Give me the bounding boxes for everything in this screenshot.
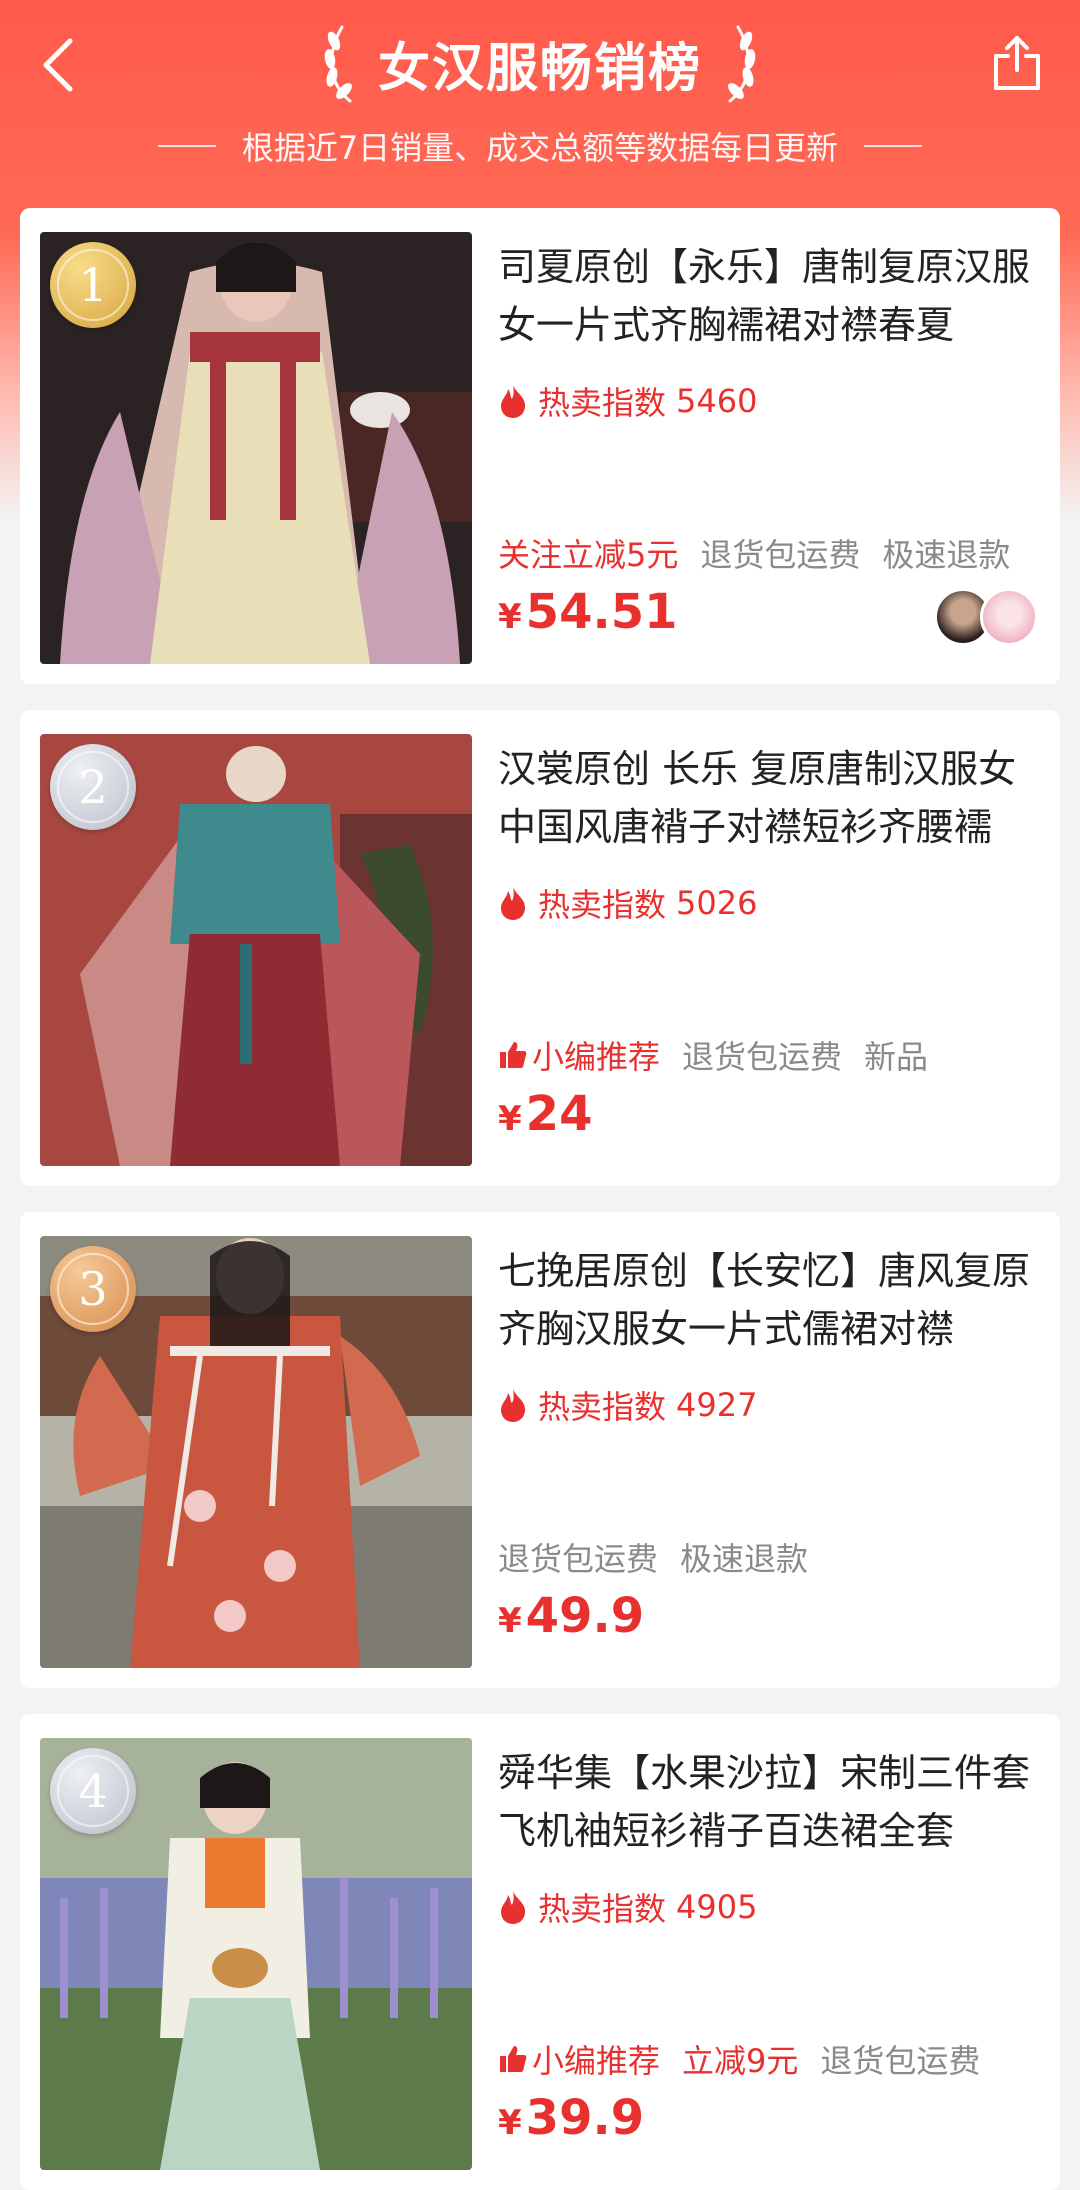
top-bar: 女汉服畅销榜 根据近7日销量、成交总额等数据每日更新 — [0, 0, 1080, 200]
rank-badge: 1 — [50, 242, 136, 328]
service-tag: 退货包运费 — [700, 536, 861, 574]
product-card[interactable]: 3 七挽居原创【长安忆】唐风复原齐胸汉服女一片式儒裙对襟 热卖指数 4927 退… — [20, 1212, 1060, 1688]
price-value: 24 — [525, 1086, 593, 1142]
product-image[interactable]: 2 — [40, 734, 472, 1166]
price-symbol: ¥ — [498, 1601, 522, 1641]
hot-index: 热卖指数 5460 — [498, 376, 757, 426]
flame-icon — [501, 1389, 526, 1422]
hot-label: 热卖指数 — [538, 886, 667, 924]
price: ¥ 39.9 — [498, 2090, 644, 2162]
price: ¥ 54.51 — [498, 584, 678, 656]
hot-label: 热卖指数 — [538, 1890, 667, 1928]
avatar — [980, 588, 1038, 646]
hot-value: 5460 — [676, 382, 758, 420]
editor-pick-tag: 小编推荐 — [498, 2036, 660, 2082]
price-value: 54.51 — [525, 584, 678, 640]
product-title[interactable]: 七挽居原创【长安忆】唐风复原齐胸汉服女一片式儒裙对襟 — [498, 1242, 1038, 1358]
hot-value: 4927 — [676, 1386, 758, 1424]
promo-tag: 立减9元 — [682, 2042, 799, 2080]
tag-row: 小编推荐 退货包运费 新品 — [498, 1028, 928, 1082]
product-title[interactable]: 汉裳原创 长乐 复原唐制汉服女中国风唐褙子对襟短衫齐腰襦 — [498, 740, 1038, 856]
tag-row: 小编推荐 立减9元 退货包运费 — [498, 2032, 980, 2086]
price: ¥ 24 — [498, 1086, 592, 1158]
promo-tag: 关注立减5元 — [498, 536, 679, 574]
flame-icon — [501, 887, 526, 920]
thumbs-up-icon — [500, 1042, 527, 1068]
service-tag: 退货包运费 — [498, 1540, 659, 1578]
tag-row: 退货包运费 极速退款 — [498, 1530, 808, 1584]
title-area: 女汉服畅销榜 — [0, 18, 1080, 108]
flame-icon — [501, 1891, 526, 1924]
product-image[interactable]: 4 — [40, 1738, 472, 2170]
hot-index: 热卖指数 5026 — [498, 878, 757, 928]
product-card[interactable]: 1 司夏原创【永乐】唐制复原汉服女一片式齐胸襦裙对襟春夏 热卖指数 5460 关… — [20, 208, 1060, 684]
flame-icon — [501, 385, 526, 418]
price-symbol: ¥ — [498, 597, 522, 637]
divider — [157, 145, 216, 147]
service-tag: 新品 — [864, 1038, 929, 1076]
laurel-right-icon — [728, 25, 756, 103]
subtitle-area: 根据近7日销量、成交总额等数据每日更新 — [0, 118, 1080, 174]
product-image[interactable]: 3 — [40, 1236, 472, 1668]
editor-pick-label: 小编推荐 — [532, 1038, 661, 1076]
price-value: 49.9 — [525, 1588, 645, 1644]
rank-badge: 4 — [50, 1748, 136, 1834]
editor-pick-label: 小编推荐 — [532, 2042, 661, 2080]
product-image[interactable]: 1 — [40, 232, 472, 664]
laurel-left-icon — [324, 25, 352, 103]
share-icon — [994, 36, 1040, 90]
price-symbol: ¥ — [498, 2103, 522, 2143]
product-card[interactable]: 2 汉裳原创 长乐 复原唐制汉服女中国风唐褙子对襟短衫齐腰襦 热卖指数 5026… — [20, 710, 1060, 1186]
hot-index: 热卖指数 4927 — [498, 1380, 757, 1430]
divider — [864, 145, 923, 147]
tag-row: 关注立减5元 退货包运费 极速退款 — [498, 526, 1010, 580]
page-title: 女汉服畅销榜 — [377, 38, 702, 99]
price-symbol: ¥ — [498, 1099, 522, 1139]
editor-pick-tag: 小编推荐 — [498, 1032, 660, 1078]
buyer-avatars — [934, 588, 1038, 648]
thumbs-up-icon — [500, 2046, 527, 2072]
service-tag: 退货包运费 — [820, 2042, 981, 2080]
product-card[interactable]: 4 舜华集【水果沙拉】宋制三件套飞机袖短衫褙子百迭裙全套 热卖指数 4905 小… — [20, 1714, 1060, 2190]
page-subtitle: 根据近7日销量、成交总额等数据每日更新 — [241, 129, 839, 167]
hot-value: 4905 — [676, 1888, 758, 1926]
product-title[interactable]: 司夏原创【永乐】唐制复原汉服女一片式齐胸襦裙对襟春夏 — [498, 238, 1038, 354]
rank-badge: 2 — [50, 744, 136, 830]
rank-badge: 3 — [50, 1246, 136, 1332]
service-tag: 极速退款 — [680, 1540, 809, 1578]
price: ¥ 49.9 — [498, 1588, 644, 1660]
service-tag: 极速退款 — [882, 536, 1011, 574]
product-title[interactable]: 舜华集【水果沙拉】宋制三件套飞机袖短衫褙子百迭裙全套 — [498, 1744, 1038, 1860]
price-value: 39.9 — [525, 2090, 645, 2146]
hot-label: 热卖指数 — [538, 1388, 667, 1426]
share-button[interactable] — [982, 28, 1052, 98]
hot-label: 热卖指数 — [538, 384, 667, 422]
hot-value: 5026 — [676, 884, 758, 922]
service-tag: 退货包运费 — [682, 1038, 843, 1076]
hot-index: 热卖指数 4905 — [498, 1882, 757, 1932]
